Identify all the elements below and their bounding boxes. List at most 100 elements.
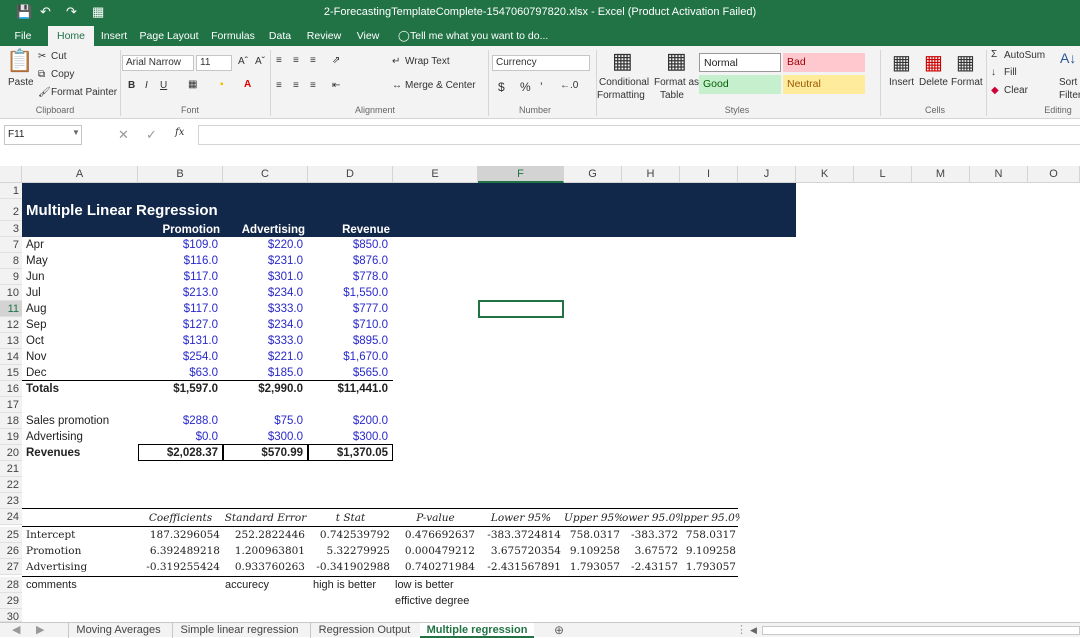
autosum-button[interactable]: AutoSum (1004, 50, 1045, 61)
column-header-j[interactable]: J (738, 166, 796, 183)
reg-value[interactable]: 9.109258 (564, 543, 620, 559)
column-header-d[interactable]: D (308, 166, 393, 183)
italic-button[interactable]: I (145, 80, 148, 91)
reg-header[interactable]: ower 95.0% (622, 510, 680, 526)
row-header[interactable]: 22 (0, 477, 22, 493)
row-header[interactable]: 14 (0, 349, 22, 365)
formula-input[interactable] (198, 125, 1080, 145)
cell-advertising[interactable]: $333.0 (223, 301, 303, 317)
scroll-right-icon[interactable]: ▶ (36, 623, 44, 638)
format-cells-button[interactable]: Format (951, 77, 983, 88)
insert-function-button[interactable]: fx (175, 127, 184, 138)
reg-value[interactable]: 758.0317 (680, 527, 736, 543)
row-header[interactable]: 10 (0, 285, 22, 301)
cell-promotion[interactable]: $116.0 (138, 253, 218, 269)
row-header[interactable]: 27 (0, 559, 22, 575)
reg-value[interactable]: -383.372 (622, 527, 678, 543)
tab-review[interactable]: Review (304, 26, 344, 46)
reg-header[interactable]: Upper 95% (564, 510, 622, 526)
underline-button[interactable]: U (160, 80, 167, 91)
reg-value[interactable]: 758.0317 (564, 527, 620, 543)
clear-button[interactable]: Clear (1004, 85, 1028, 96)
reg-header[interactable]: lpper 95.0% (680, 510, 740, 526)
reg-value[interactable]: 252.2822446 (223, 527, 305, 543)
cell-revenue[interactable]: $850.0 (308, 237, 388, 253)
name-box[interactable]: F11 (4, 125, 82, 145)
reg-value[interactable]: 1.793057 (680, 559, 736, 575)
chevron-down-icon[interactable]: ▼ (72, 128, 80, 137)
column-header-i[interactable]: I (680, 166, 738, 183)
cell-value[interactable]: $0.0 (138, 429, 218, 445)
row-header[interactable]: 7 (0, 237, 22, 253)
column-header-b[interactable]: B (138, 166, 223, 183)
cell-month[interactable]: Apr (26, 237, 44, 253)
cell-promotion[interactable]: $117.0 (138, 301, 218, 317)
reg-value[interactable]: 0.742539792 (308, 527, 390, 543)
cell-revenue-result[interactable]: $2,028.37 (138, 445, 218, 461)
reg-header[interactable]: Coefficients (138, 510, 223, 526)
cell-promotion[interactable]: $131.0 (138, 333, 218, 349)
insert-cells-button[interactable]: Insert (889, 77, 914, 88)
column-header-n[interactable]: N (970, 166, 1028, 183)
increase-decimal-icon[interactable]: ←.0 (560, 80, 578, 91)
column-header-l[interactable]: L (854, 166, 912, 183)
cell-advertising[interactable]: $234.0 (223, 317, 303, 333)
row-header[interactable]: 19 (0, 429, 22, 445)
sheet-tab-regression-output[interactable]: Regression Output (310, 623, 418, 638)
align-top-icon[interactable]: ≡ (276, 55, 282, 66)
tell-me-search[interactable]: Tell me what you want to do... (410, 26, 548, 46)
column-header-k[interactable]: K (796, 166, 854, 183)
sheet-tab-simple-linear-regression[interactable]: Simple linear regression (172, 623, 306, 638)
more-options-icon[interactable]: ⋮ (736, 623, 747, 638)
cell-promotion[interactable]: $117.0 (138, 269, 218, 285)
cancel-icon[interactable]: ✕ (118, 127, 129, 143)
row-header[interactable]: 11 (0, 301, 22, 317)
format-as-table-button[interactable]: Format as (654, 77, 699, 88)
cell-month[interactable]: Jul (26, 285, 41, 301)
cell-month[interactable]: Aug (26, 301, 46, 317)
row-header[interactable]: 25 (0, 527, 22, 543)
row-header[interactable]: 26 (0, 543, 22, 559)
row-header[interactable]: 28 (0, 577, 22, 593)
cell-advertising-label[interactable]: Advertising (26, 429, 83, 445)
column-header-e[interactable]: E (393, 166, 478, 183)
wrap-text-button[interactable]: Wrap Text (405, 56, 450, 67)
cell-revenue[interactable]: $1,670.0 (308, 349, 388, 365)
reg-row-label[interactable]: Advertising (26, 559, 87, 575)
comma-button[interactable]: ’ (540, 80, 543, 94)
reg-header[interactable]: P-value (393, 510, 478, 526)
font-name-select[interactable]: Arial Narrow (122, 55, 194, 71)
cell-advertising[interactable]: $231.0 (223, 253, 303, 269)
cell-total-revenue[interactable]: $11,441.0 (308, 381, 388, 397)
cell-revenue-result[interactable]: $570.99 (223, 445, 303, 461)
row-header[interactable]: 3 (0, 221, 22, 237)
cell-total-advertising[interactable]: $2,990.0 (223, 381, 303, 397)
tab-view[interactable]: View (352, 26, 384, 46)
paste-button[interactable]: Paste (8, 77, 34, 88)
row-header[interactable]: 30 (0, 609, 22, 623)
cell-revenue[interactable]: $895.0 (308, 333, 388, 349)
reg-row-label[interactable]: Promotion (26, 543, 81, 559)
reg-row-label[interactable]: Intercept (26, 527, 75, 543)
align-right-icon[interactable]: ≡ (310, 80, 316, 91)
sheet-tab-moving-averages[interactable]: Moving Averages (68, 623, 168, 638)
cell-value[interactable]: $200.0 (308, 413, 388, 429)
tab-file[interactable]: File (6, 26, 40, 46)
cell-promotion[interactable]: $63.0 (138, 365, 218, 381)
cell-totals-label[interactable]: Totals (26, 381, 59, 397)
row-header[interactable]: 17 (0, 397, 22, 413)
cell-promotion[interactable]: $127.0 (138, 317, 218, 333)
row-header[interactable]: 9 (0, 269, 22, 285)
borders-icon[interactable]: ▦ (188, 79, 197, 90)
cell-month[interactable]: Dec (26, 365, 46, 381)
reg-value[interactable]: -2.43157 (622, 559, 678, 575)
style-good[interactable]: Good (699, 75, 781, 94)
cell-total-promotion[interactable]: $1,597.0 (138, 381, 218, 397)
style-bad[interactable]: Bad (783, 53, 865, 72)
row-header[interactable]: 18 (0, 413, 22, 429)
style-neutral[interactable]: Neutral (783, 75, 865, 94)
align-center-icon[interactable]: ≡ (293, 80, 299, 91)
cell-revenue-result[interactable]: $1,370.05 (308, 445, 388, 461)
align-left-icon[interactable]: ≡ (276, 80, 282, 91)
fill-button[interactable]: Fill (1004, 67, 1017, 78)
